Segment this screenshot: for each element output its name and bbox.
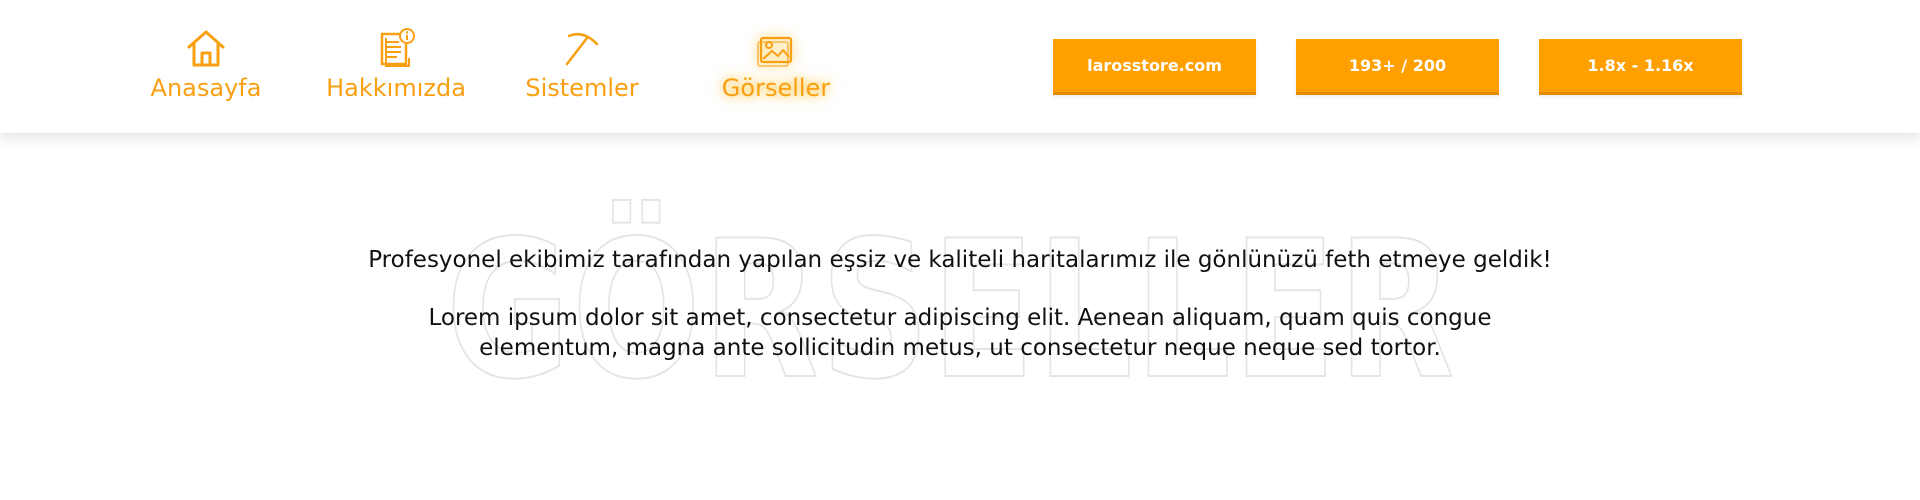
intro-text: Profesyonel ekibimiz tarafından yapılan …	[368, 247, 1552, 273]
main-content: Profesyonel ekibimiz tarafından yapılan …	[0, 245, 1920, 363]
site-header: Anasayfa Hakkımızda Sistemler Görseller …	[0, 0, 1920, 133]
store-link-button[interactable]: larosstore.com	[1053, 39, 1256, 95]
image-gallery-icon	[757, 36, 793, 67]
nav-label-systems: Sistemler	[525, 74, 639, 102]
pickaxe-icon	[565, 33, 599, 66]
nav-label-about: Hakkımızda	[326, 74, 466, 102]
nav-item-systems[interactable]: Sistemler	[524, 28, 640, 104]
version-range-button[interactable]: 1.8x - 1.16x	[1539, 39, 1742, 95]
nav-label-gallery: Görseller	[721, 74, 831, 102]
nav-item-gallery[interactable]: Görseller	[718, 28, 834, 104]
nav-item-about[interactable]: Hakkımızda	[323, 28, 469, 104]
lorem-paragraph: Lorem ipsum dolor sit amet, consectetur …	[428, 305, 1492, 361]
home-icon	[187, 30, 225, 67]
document-info-icon	[380, 28, 415, 67]
nav-label-home: Anasayfa	[150, 74, 262, 102]
nav-item-home[interactable]: Anasayfa	[148, 28, 264, 104]
player-count-button[interactable]: 193+ / 200	[1296, 39, 1499, 95]
